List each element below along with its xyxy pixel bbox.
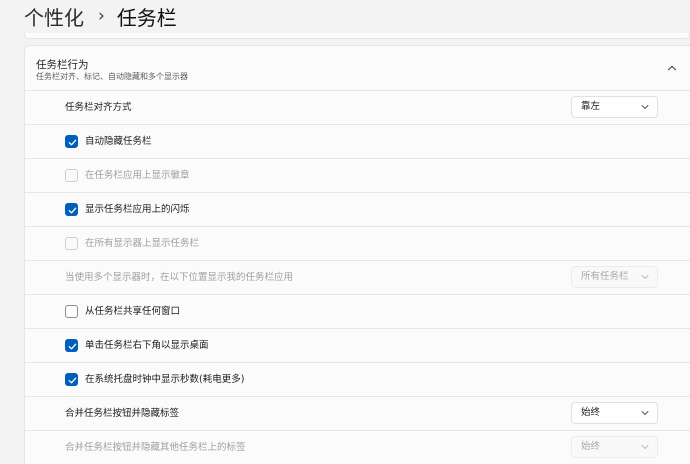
combine-buttons-dropdown[interactable]: 始终 [571,402,658,424]
all-displays-checkbox[interactable] [65,237,78,250]
chevron-down-icon [641,105,649,109]
section-title: 任务栏行为 [36,59,89,71]
alignment-row: 任务栏对齐方式 靠左 [25,90,690,124]
share-window-label: 从任务栏共享任何窗口 [85,306,181,317]
alignment-dropdown-value: 靠左 [581,101,601,112]
multi-display-row: 当使用多个显示器时，在以下位置显示我的任务栏应用 所有任务栏 [25,260,690,294]
checkmark-icon [68,343,77,350]
checkmark-icon [68,139,77,146]
breadcrumb-separator-icon: › [98,6,105,26]
taskbar-behaviors-section: 任务栏行为 任务栏对齐、标记、自动隐藏和多个显示器 任务栏对齐方式 靠左 自动隐… [24,45,690,464]
show-seconds-label: 在系统托盘时钟中显示秒数(耗电更多) [85,374,245,385]
combine-buttons-label: 合并任务栏按钮并隐藏标签 [65,408,180,419]
share-window-checkbox[interactable] [65,305,78,318]
checkmark-icon [68,207,77,214]
combine-other-row: 合并任务栏按钮并隐藏其他任务栏上的标签 始终 [25,430,690,464]
show-desktop-label: 单击任务栏右下角以显示桌面 [85,340,209,351]
checkmark-icon [68,377,77,384]
auto-hide-label: 自动隐藏任务栏 [85,136,152,147]
badges-checkbox[interactable] [65,169,78,182]
chevron-down-icon [641,275,649,279]
combine-other-label: 合并任务栏按钮并隐藏其他任务栏上的标签 [65,442,246,453]
show-seconds-checkbox[interactable] [65,373,78,386]
page-title: 任务栏 [116,5,177,30]
show-seconds-row: 在系统托盘时钟中显示秒数(耗电更多) [25,362,690,396]
alignment-label: 任务栏对齐方式 [65,102,132,113]
multi-display-dropdown[interactable]: 所有任务栏 [571,266,658,288]
chevron-down-icon [641,445,649,449]
auto-hide-checkbox[interactable] [65,135,78,148]
combine-buttons-dropdown-value: 始终 [581,407,601,418]
section-header[interactable]: 任务栏行为 任务栏对齐、标记、自动隐藏和多个显示器 [25,46,690,90]
auto-hide-row: 自动隐藏任务栏 [25,124,690,158]
chevron-up-icon[interactable] [667,63,677,73]
combine-other-dropdown[interactable]: 始终 [571,436,658,458]
previous-section-card [24,33,690,39]
breadcrumb: 个性化 › 任务栏 [24,2,177,30]
all-displays-label: 在所有显示器上显示任务栏 [85,238,200,249]
section-subtitle: 任务栏对齐、标记、自动隐藏和多个显示器 [36,72,188,81]
multi-display-dropdown-value: 所有任务栏 [581,271,629,282]
breadcrumb-parent-link[interactable]: 个性化 [24,2,84,31]
share-window-row: 从任务栏共享任何窗口 [25,294,690,328]
multi-display-label: 当使用多个显示器时，在以下位置显示我的任务栏应用 [65,272,294,283]
combine-other-dropdown-value: 始终 [581,441,601,452]
show-desktop-checkbox[interactable] [65,339,78,352]
alignment-dropdown[interactable]: 靠左 [571,96,658,118]
flashing-row: 显示任务栏应用上的闪烁 [25,192,690,226]
chevron-down-icon [641,411,649,415]
flashing-checkbox[interactable] [65,203,78,216]
flashing-label: 显示任务栏应用上的闪烁 [85,204,190,215]
all-displays-row: 在所有显示器上显示任务栏 [25,226,690,260]
combine-buttons-row: 合并任务栏按钮并隐藏标签 始终 [25,396,690,430]
badges-row: 在任务栏应用上显示徽章 [25,158,690,192]
show-desktop-row: 单击任务栏右下角以显示桌面 [25,328,690,362]
badges-label: 在任务栏应用上显示徽章 [85,170,190,181]
